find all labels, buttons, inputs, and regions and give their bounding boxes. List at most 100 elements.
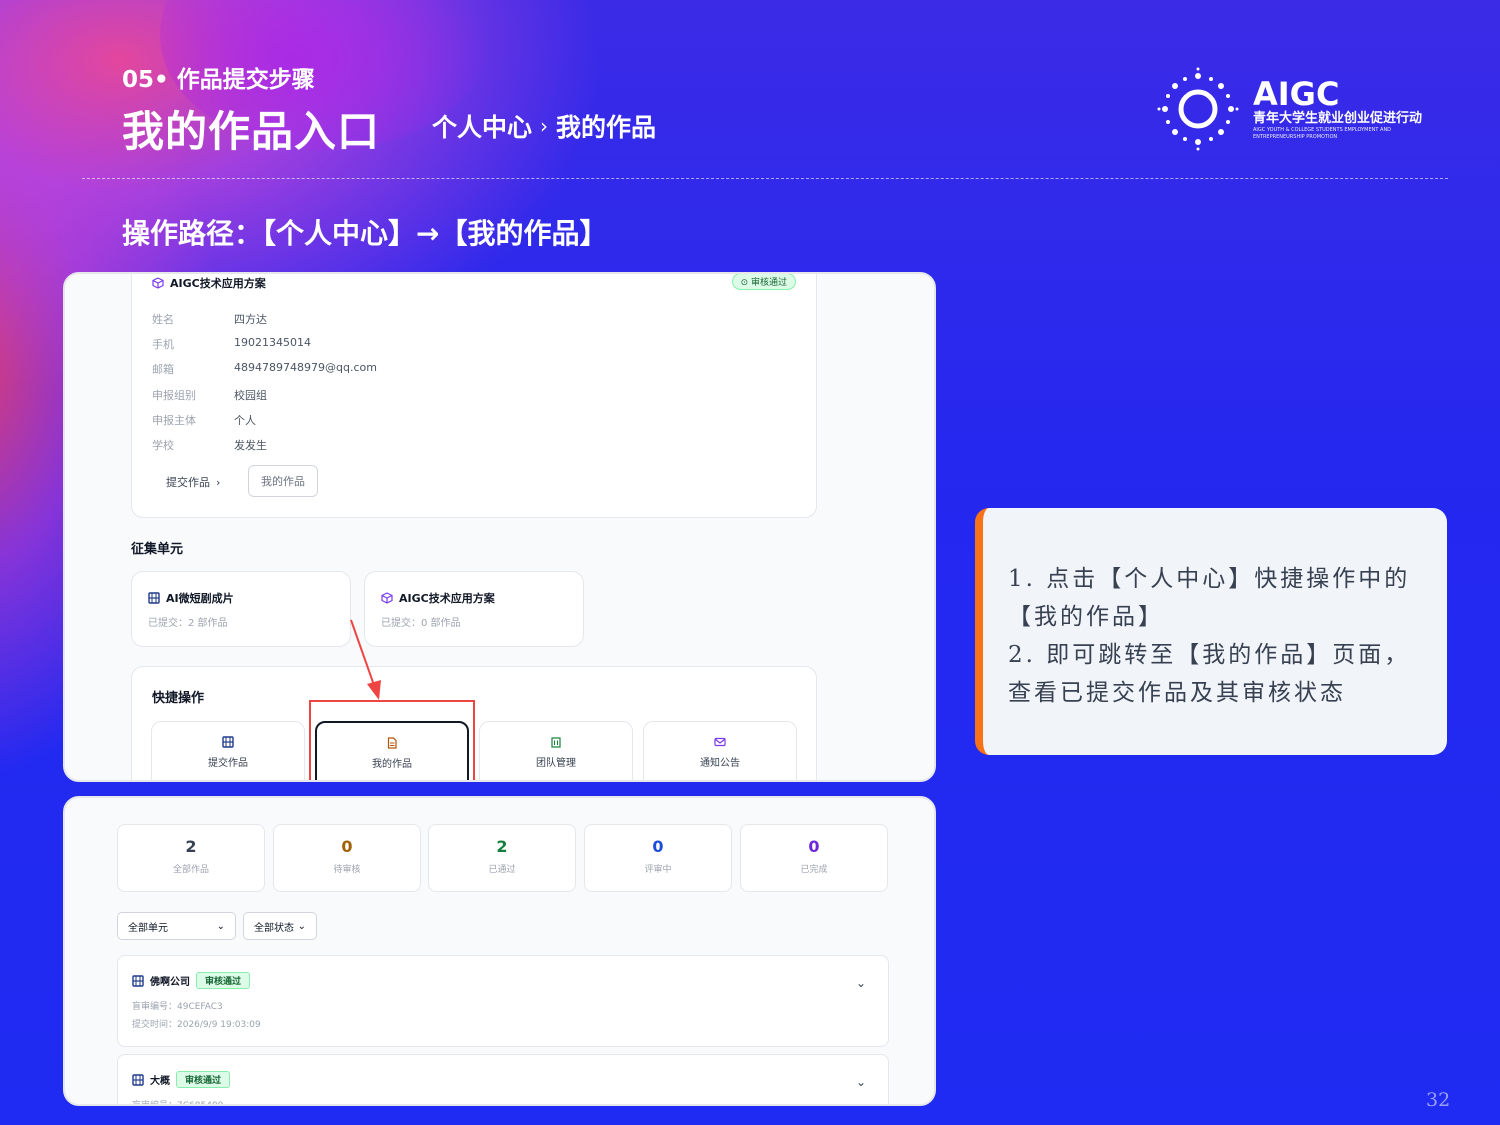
stat-number: 0 [652,837,664,856]
info-value: 发发生 [234,439,267,452]
unit-card-aigc-tech[interactable]: AIGC技术应用方案 已提交：0 部作品 [364,571,584,647]
stat-label: 全部作品 [172,865,209,875]
submit-time: 提交时间：2026/9/9 19:03:09 [132,1020,261,1030]
mail-icon [714,737,726,747]
info-key: 申报组别 [152,389,196,402]
building-icon [551,737,561,748]
logo-tiny-text-1: AIGC YOUTH & COLLEGE STUDENTS EMPLOYMENT… [1253,127,1392,133]
instruction-step-2: 2. 即可跳转至【我的作品】页面，查看已提交作品及其审核状态 [1008,642,1411,706]
info-row-group: 申报组别 校园组 [152,387,267,403]
work-title: 大概 审核通过 [132,1071,231,1088]
operation-path: 操作路径：【个人中心】→【我的作品】 [122,217,608,250]
unit-filter-value: 全部单元 [128,922,168,934]
chevron-down-icon: ⌄ [216,920,225,932]
info-key: 姓名 [152,313,174,326]
project-title: AIGC技术应用方案 [152,275,266,291]
check-circle-icon: ⊙ [740,278,751,288]
work-title: 佛啊公司 审核通过 [132,972,251,989]
unit-card-ai-short-drama[interactable]: AI微短剧成片 已提交：2 部作品 [131,571,351,647]
unit-title-text: AI微短剧成片 [166,592,234,605]
aigc-logo-icon [1157,67,1239,151]
quick-submit-work-button[interactable]: 提交作品 [151,721,305,780]
info-key: 手机 [152,338,174,351]
quick-button-label: 提交作品 [208,758,248,769]
submit-work-link[interactable]: 提交作品 › [166,474,220,490]
logo-tiny-text-2: ENTREPRENEURSHIP PROMOTION [1253,134,1338,140]
pointer-arrow-icon [350,619,381,700]
unit-title: AIGC技术应用方案 [381,590,495,606]
project-title-text: AIGC技术应用方案 [170,277,266,290]
chevron-down-icon[interactable]: ⌄ [856,976,866,990]
blind-review-code: 盲审编号：49CEFAC3 [132,1002,223,1012]
quick-button-label: 通知公告 [700,758,740,769]
info-key: 申报主体 [152,414,196,427]
submit-work-link-label: 提交作品 [166,476,210,489]
logo-main-text: AIGC [1253,75,1340,113]
info-row-email: 邮箱 4894789748979@qq.com [152,361,377,377]
unit-filter-select[interactable]: 全部单元 ⌄ [117,912,236,940]
quick-team-management-button[interactable]: 团队管理 [479,721,633,780]
breadcrumb-item-my-works: 我的作品 [556,113,657,142]
info-value: 四方达 [234,313,267,326]
cube-icon [381,592,393,604]
info-key: 邮箱 [152,363,174,376]
quick-actions-label: 快捷操作 [152,691,205,706]
project-card: AIGC技术应用方案 ⊙ 审核通过 姓名 四方达 手机 19021345014 邮箱… [131,274,817,518]
stat-label: 已完成 [800,865,828,875]
work-title-text: 佛啊公司 [150,977,190,988]
page-number: 32 [1426,1089,1451,1111]
blind-review-code: 盲审编号：7C685400 [132,1101,224,1106]
quick-button-label: 团队管理 [536,758,576,769]
stat-completed[interactable]: 0 已完成 [740,824,888,892]
status-badge: 审核通过 [176,1071,231,1088]
info-row-phone: 手机 19021345014 [152,336,311,352]
unit-title-text: AIGC技术应用方案 [399,592,495,605]
header-divider [82,178,1448,179]
film-icon [222,736,234,748]
stat-reviewing[interactable]: 0 评审中 [584,824,732,892]
breadcrumb-item-personal-center: 个人中心 [432,113,533,142]
highlight-box [309,700,475,780]
stat-label: 待审核 [333,865,361,875]
info-key: 学校 [152,439,174,452]
info-value: 校园组 [234,389,267,402]
quick-notices-button[interactable]: 通知公告 [643,721,797,780]
cube-icon [152,277,164,289]
logo-sub-text: 青年大学生就业创业促进行动 [1253,111,1423,126]
units-section-label: 征集单元 [131,542,184,557]
status-badge-text: 审核通过 [750,278,787,288]
unit-title: AI微短剧成片 [148,590,234,606]
work-item[interactable]: 大概 审核通过 盲审编号：7C685400 ⌄ [117,1054,889,1106]
info-row-school: 学校 发发生 [152,437,267,453]
stat-number: 0 [341,837,353,856]
status-filter-value: 全部状态 [254,922,294,934]
film-icon [132,974,144,987]
stat-label: 已通过 [488,865,516,875]
stat-label: 评审中 [644,865,672,875]
info-value: 4894789748979@qq.com [234,361,377,374]
screenshot-my-works: 2 全部作品 0 待审核 2 已通过 0 评审中 0 已完成 全部单元 ⌄ 全部… [63,796,936,1106]
section-label: 05• 作品提交步骤 [122,67,315,93]
instructions-note: 1. 点击【个人中心】快捷操作中的【我的作品】 2. 即可跳转至【我的作品】页面… [975,508,1447,755]
breadcrumb-separator: › [540,114,549,138]
screenshot-personal-center: AIGC技术应用方案 ⊙ 审核通过 姓名 四方达 手机 19021345014 邮箱… [63,272,936,782]
stat-number: 2 [496,837,508,856]
work-item[interactable]: 佛啊公司 审核通过 盲审编号：49CEFAC3 提交时间：2026/9/9 19… [117,955,889,1047]
my-works-button[interactable]: 我的作品 [248,465,318,497]
breadcrumb: 个人中心 › 我的作品 [432,108,656,144]
status-filter-select[interactable]: 全部状态 ⌄ [243,912,317,940]
stat-all-works[interactable]: 2 全部作品 [117,824,265,892]
stat-number: 2 [185,837,197,856]
chevron-down-icon: ⌄ [297,920,306,932]
status-badge: ⊙ 审核通过 [731,274,796,290]
stat-approved[interactable]: 2 已通过 [428,824,576,892]
chevron-down-icon[interactable]: ⌄ [856,1075,866,1089]
info-value: 个人 [234,414,256,427]
stat-number: 0 [808,837,820,856]
film-icon [132,1073,144,1086]
instruction-step-1: 1. 点击【个人中心】快捷操作中的【我的作品】 [1008,566,1411,630]
info-row-subject: 申报主体 个人 [152,412,256,428]
info-row-name: 姓名 四方达 [152,311,267,327]
status-badge: 审核通过 [196,972,251,989]
stat-pending[interactable]: 0 待审核 [273,824,421,892]
